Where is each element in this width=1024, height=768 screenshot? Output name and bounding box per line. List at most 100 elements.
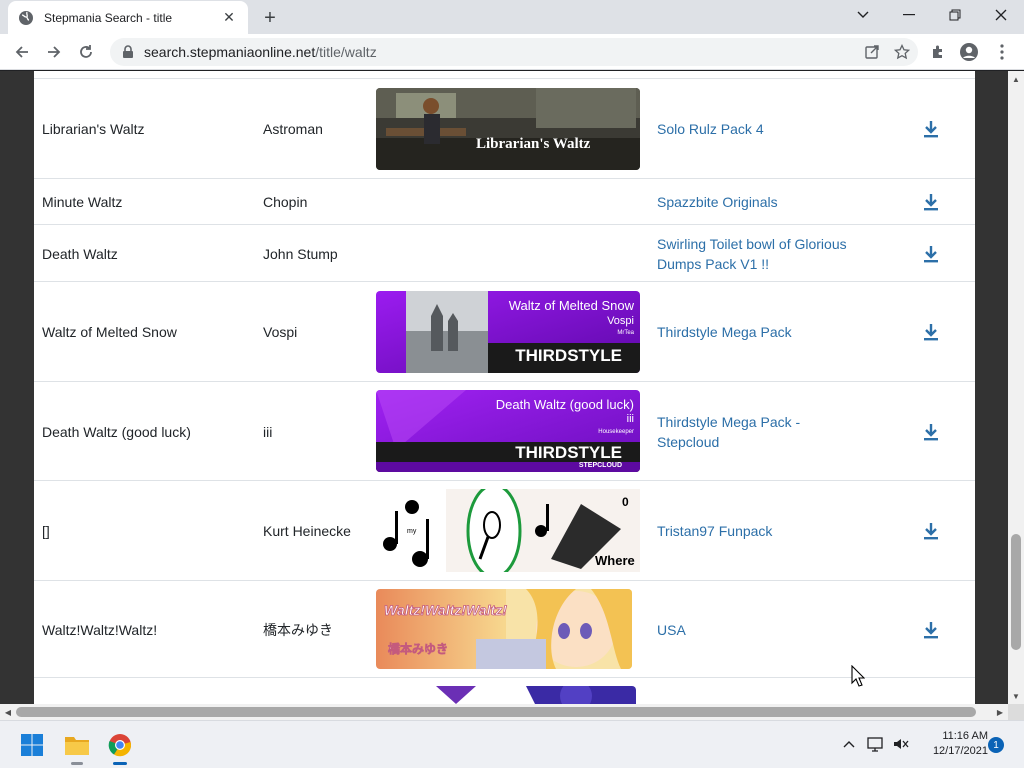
song-title: Waltz of Melted Snow bbox=[42, 324, 177, 340]
star-icon[interactable] bbox=[893, 43, 911, 65]
svg-text:MrTea: MrTea bbox=[617, 330, 634, 336]
back-button[interactable] bbox=[8, 38, 36, 66]
pack-link[interactable]: USA bbox=[657, 581, 857, 678]
song-artist: Vospi bbox=[263, 324, 298, 340]
chevron-down-icon[interactable] bbox=[840, 0, 886, 30]
reload-button[interactable] bbox=[72, 38, 100, 66]
clock-time: 11:16 AM bbox=[942, 730, 988, 742]
browser-tab[interactable]: Stepmania Search - title ✕ bbox=[8, 1, 248, 34]
mouse-cursor-icon bbox=[851, 664, 866, 692]
scrollbar-corner bbox=[1008, 704, 1024, 720]
menu-icon[interactable] bbox=[992, 42, 1012, 62]
globe-icon bbox=[18, 10, 34, 26]
table-row bbox=[34, 71, 975, 79]
horizontal-scrollbar[interactable]: ◀ ▶ bbox=[0, 704, 1008, 720]
song-title: Waltz!Waltz!Waltz! bbox=[42, 621, 158, 638]
close-window-button[interactable] bbox=[978, 0, 1024, 30]
windows-start-icon[interactable] bbox=[16, 729, 48, 761]
pack-link[interactable]: Thirdstyle Mega Pack bbox=[657, 282, 857, 382]
svg-text:THIRDSTYLE: THIRDSTYLE bbox=[515, 443, 622, 462]
svg-text:Death Waltz (good luck): Death Waltz (good luck) bbox=[496, 397, 634, 412]
download-icon[interactable] bbox=[920, 179, 942, 225]
active-indicator bbox=[113, 762, 127, 765]
running-indicator bbox=[71, 762, 83, 765]
tab-title: Stepmania Search - title bbox=[44, 10, 173, 25]
song-banner bbox=[376, 686, 636, 704]
scroll-right-icon[interactable]: ▶ bbox=[992, 704, 1008, 720]
pack-link[interactable]: Solo Rulz Pack 4 bbox=[657, 79, 857, 179]
song-artist: Astroman bbox=[263, 121, 323, 137]
song-title: Minute Waltz bbox=[42, 194, 123, 210]
notification-badge[interactable]: 1 bbox=[988, 737, 1004, 753]
download-icon[interactable] bbox=[920, 581, 942, 678]
volume-muted-icon[interactable] bbox=[890, 733, 912, 755]
song-banner: Waltz!Waltz!Waltz! 橋本みゆき bbox=[376, 589, 632, 669]
song-title: Death Waltz bbox=[42, 245, 118, 262]
download-icon[interactable] bbox=[920, 382, 942, 481]
download-icon[interactable] bbox=[920, 79, 942, 179]
new-tab-button[interactable]: + bbox=[258, 6, 282, 30]
song-banner: Death Waltz (good luck) iii Housekeeper … bbox=[376, 390, 640, 472]
svg-text:Librarian's Waltz: Librarian's Waltz bbox=[476, 136, 591, 152]
svg-text:Housekeeper: Housekeeper bbox=[598, 429, 634, 435]
network-icon[interactable] bbox=[865, 733, 887, 755]
pack-link[interactable]: Tristan97 Funpack bbox=[657, 481, 857, 581]
song-title: Librarian's Waltz bbox=[42, 121, 145, 137]
song-artist: Chopin bbox=[263, 194, 308, 210]
svg-text:STEPCLOUD: STEPCLOUD bbox=[579, 462, 622, 469]
song-artist: 橋本みゆき bbox=[263, 621, 333, 638]
share-icon[interactable] bbox=[864, 44, 880, 65]
vertical-scroll-thumb[interactable] bbox=[1011, 534, 1021, 650]
minimize-button[interactable] bbox=[886, 0, 932, 30]
table-row: Librarian's Waltz Astroman Librarian's W… bbox=[34, 79, 975, 179]
song-banner: Librarian's Waltz bbox=[376, 88, 640, 170]
table-row: Death Waltz John Stump Swirling Toilet b… bbox=[34, 225, 975, 282]
close-icon[interactable]: ✕ bbox=[220, 9, 238, 27]
song-banner: Waltz of Melted Snow Vospi MrTea THIRDST… bbox=[376, 291, 640, 373]
pack-link[interactable]: Spazzbite Originals bbox=[657, 179, 857, 225]
pack-link[interactable]: Swirling Toilet bowl of Glorious Dumps P… bbox=[657, 225, 857, 282]
scroll-down-icon[interactable]: ▼ bbox=[1008, 688, 1024, 704]
table-row: Death Waltz (good luck) iii Death Waltz … bbox=[34, 382, 975, 481]
chrome-icon[interactable] bbox=[104, 729, 136, 765]
table-row: Waltz!Waltz!Waltz! 橋本みゆき Waltz!Waltz!Wal… bbox=[34, 581, 975, 678]
song-title: Death Waltz (good luck) bbox=[42, 423, 191, 440]
download-icon[interactable] bbox=[920, 282, 942, 382]
address-bar[interactable]: search.stepmaniaonline.net/title/waltz bbox=[110, 38, 918, 66]
restore-button[interactable] bbox=[932, 0, 978, 30]
results-table: Librarian's Waltz Astroman Librarian's W… bbox=[34, 71, 975, 704]
table-row: Waltz of Melted Snow Vospi Waltz of Melt… bbox=[34, 282, 975, 382]
song-title: [] bbox=[42, 523, 50, 539]
chevron-up-icon[interactable] bbox=[838, 733, 860, 755]
tab-strip: Stepmania Search - title ✕ + bbox=[0, 0, 1024, 34]
horizontal-scroll-thumb[interactable] bbox=[16, 707, 976, 717]
song-artist: iii bbox=[263, 423, 273, 440]
extensions-icon[interactable] bbox=[928, 42, 948, 62]
forward-button[interactable] bbox=[40, 38, 68, 66]
clock-date: 12/17/2021 bbox=[932, 745, 988, 757]
download-icon[interactable] bbox=[920, 225, 942, 282]
browser-toolbar: search.stepmaniaonline.net/title/waltz bbox=[0, 34, 1024, 70]
svg-text:0: 0 bbox=[622, 495, 629, 509]
song-banner: 0 my Where bbox=[376, 489, 640, 572]
svg-text:Waltz of Melted Snow: Waltz of Melted Snow bbox=[509, 298, 635, 313]
page-viewport: Librarian's Waltz Astroman Librarian's W… bbox=[0, 71, 1008, 704]
vertical-scrollbar[interactable]: ▲ ▼ bbox=[1008, 71, 1024, 704]
system-clock[interactable]: 11:16 AM 12/17/2021 bbox=[918, 729, 988, 759]
download-icon[interactable] bbox=[920, 481, 942, 581]
song-artist: John Stump bbox=[263, 245, 338, 262]
profile-avatar[interactable] bbox=[959, 42, 979, 62]
taskbar: 11:16 AM 12/17/2021 1 bbox=[0, 720, 1024, 768]
svg-text:THIRDSTYLE: THIRDSTYLE bbox=[515, 346, 622, 365]
svg-text:Waltz!Waltz!Waltz!: Waltz!Waltz!Waltz! bbox=[384, 602, 507, 618]
svg-text:Vospi: Vospi bbox=[607, 315, 634, 327]
scroll-up-icon[interactable]: ▲ bbox=[1008, 71, 1024, 87]
svg-text:橋本みゆき: 橋本みゆき bbox=[388, 641, 448, 656]
file-explorer-icon[interactable] bbox=[61, 729, 93, 765]
svg-text:my: my bbox=[407, 528, 417, 535]
table-row: [] Kurt Heinecke 0 my Where Tristan97 Fu… bbox=[34, 481, 975, 581]
lock-icon[interactable] bbox=[122, 45, 136, 59]
pack-link[interactable]: Thirdstyle Mega Pack - Stepcloud bbox=[657, 382, 857, 481]
scroll-left-icon[interactable]: ◀ bbox=[0, 704, 16, 720]
url-text: search.stepmaniaonline.net/title/waltz bbox=[144, 44, 377, 60]
